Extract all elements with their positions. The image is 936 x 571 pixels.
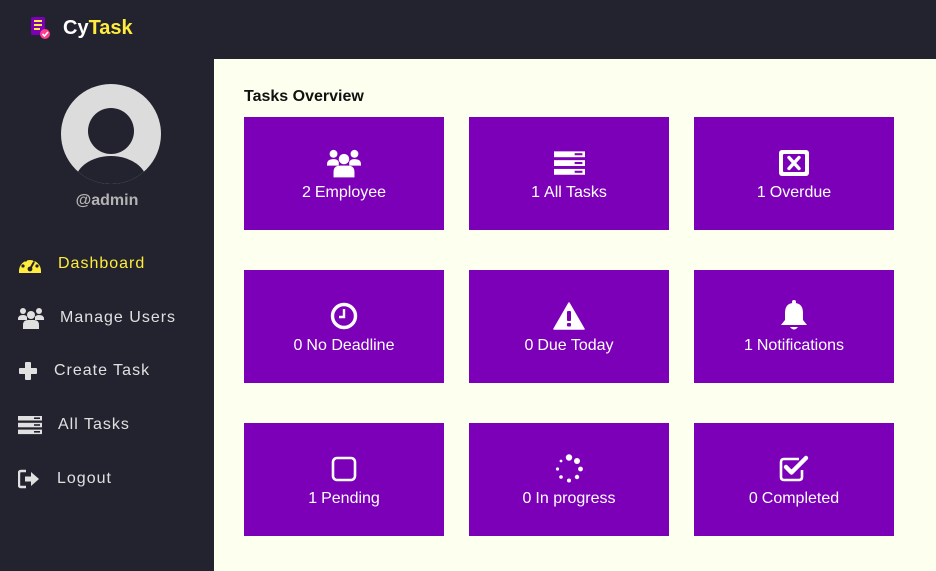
- sidebar-item-label: Logout: [57, 470, 112, 487]
- clock-icon: [330, 302, 358, 330]
- card-count: 1: [531, 184, 541, 201]
- window-close-icon: [779, 150, 809, 176]
- card-label: All Tasks: [544, 184, 607, 201]
- card-label: Notifications: [756, 337, 845, 354]
- card-label: No Deadline: [306, 337, 395, 354]
- check-square-icon: [779, 455, 809, 482]
- sidebar-item-dashboard[interactable]: Dashboard: [18, 253, 145, 275]
- card-label: Completed: [761, 490, 840, 507]
- card-label: Due Today: [537, 337, 614, 354]
- sidebar-item-label: Dashboard: [58, 255, 146, 272]
- card-label: Overdue: [769, 184, 832, 201]
- card-count: 1: [308, 490, 318, 507]
- card-count: 0: [524, 337, 534, 354]
- user-avatar-icon: [61, 84, 161, 184]
- tasks-icon: [18, 416, 42, 435]
- page-title: Tasks Overview: [244, 88, 364, 105]
- spinner-icon: [555, 454, 583, 483]
- card-count: 0: [293, 337, 303, 354]
- tasks-icon: [553, 151, 585, 175]
- card-count: 0: [748, 490, 758, 507]
- plus-icon: [19, 362, 37, 380]
- brand-prefix: Cy: [63, 17, 89, 39]
- main-content: Tasks Overview 2 Employee 1 All Tasks 1 …: [214, 59, 936, 571]
- sign-out-icon: [18, 469, 39, 489]
- card-count: 0: [522, 490, 532, 507]
- square-icon: [331, 456, 357, 482]
- users-icon: [18, 308, 44, 329]
- card-label: In progress: [535, 490, 616, 507]
- warning-icon: [553, 302, 585, 330]
- sidebar-item-all-tasks[interactable]: All Tasks: [18, 415, 130, 435]
- card-label: Employee: [314, 184, 387, 201]
- username: @admin: [75, 192, 139, 209]
- card-in-progress[interactable]: 0 In progress: [469, 423, 669, 536]
- sidebar-item-create-task[interactable]: Create Task: [18, 361, 150, 381]
- sidebar-item-manage-users[interactable]: Manage Users: [18, 307, 176, 329]
- app-logo[interactable]: CyTask: [29, 16, 133, 40]
- card-count: 1: [743, 337, 753, 354]
- card-overdue[interactable]: 1 Overdue: [694, 117, 894, 230]
- sidebar: @admin Dashboard Manage Users Create Tas…: [0, 59, 214, 571]
- card-completed[interactable]: 0 Completed: [694, 423, 894, 536]
- sidebar-item-label: Manage Users: [60, 309, 177, 326]
- card-no-deadline[interactable]: 0 No Deadline: [244, 270, 444, 383]
- users-icon: [327, 149, 361, 178]
- sidebar-item-label: Create Task: [54, 362, 151, 379]
- card-employee[interactable]: 2 Employee: [244, 117, 444, 230]
- brand-name: CyTask: [63, 16, 133, 40]
- card-count: 1: [756, 184, 766, 201]
- card-count: 2: [301, 184, 311, 201]
- card-due-today[interactable]: 0 Due Today: [469, 270, 669, 383]
- card-pending[interactable]: 1 Pending: [244, 423, 444, 536]
- brand-suffix: Task: [88, 17, 133, 39]
- sidebar-item-logout[interactable]: Logout: [18, 469, 112, 489]
- card-all-tasks[interactable]: 1 All Tasks: [469, 117, 669, 230]
- top-bar: CyTask: [0, 0, 936, 59]
- tachometer-icon: [19, 256, 41, 273]
- sidebar-item-label: All Tasks: [58, 416, 130, 433]
- task-list-icon: [31, 17, 50, 39]
- card-label: Pending: [321, 490, 380, 507]
- avatar: [61, 84, 161, 184]
- card-notifications[interactable]: 1 Notifications: [694, 270, 894, 383]
- bell-icon: [781, 300, 807, 330]
